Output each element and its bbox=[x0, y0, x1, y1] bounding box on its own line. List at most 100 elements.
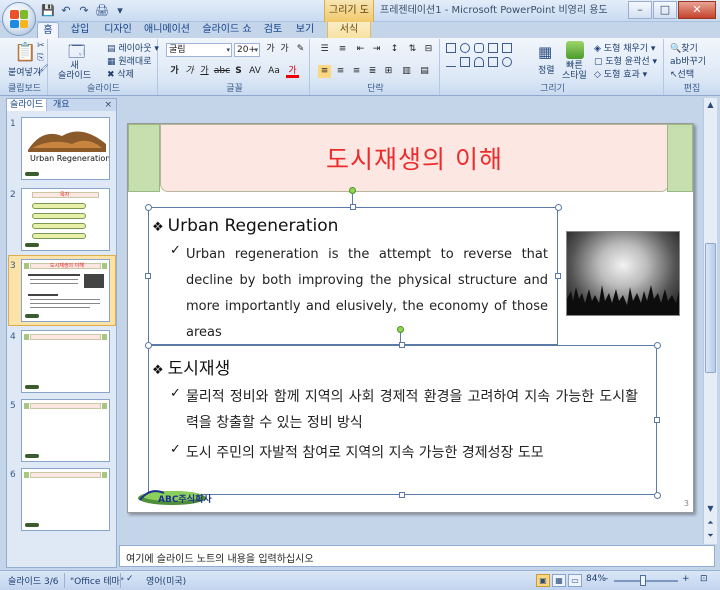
zoom-in-button[interactable]: + bbox=[682, 574, 690, 584]
tab-format[interactable]: 서식 bbox=[327, 22, 371, 38]
shape-arc-icon[interactable] bbox=[474, 57, 484, 67]
underline-button[interactable]: 가 bbox=[198, 65, 211, 78]
slide-sorter-view-button[interactable]: ▦ bbox=[552, 574, 566, 587]
resize-handle-w[interactable] bbox=[145, 273, 151, 279]
tab-outline[interactable]: 개요 bbox=[53, 99, 70, 111]
font-color-button[interactable]: 가 bbox=[286, 65, 299, 78]
smartart-icon[interactable]: ▤ bbox=[418, 65, 431, 78]
language-indicator[interactable]: 영어(미국) bbox=[146, 574, 186, 587]
align-center-icon[interactable]: ≡ bbox=[334, 65, 347, 78]
resize-handle-ne[interactable] bbox=[654, 342, 661, 349]
quick-styles-button[interactable]: 빠른 스타일 bbox=[562, 61, 587, 81]
slide-thumbnail-4[interactable] bbox=[21, 330, 110, 393]
close-button[interactable]: ✕ bbox=[678, 1, 716, 19]
slide-thumbnail-1[interactable]: Urban Regeneration bbox=[21, 117, 110, 180]
resize-handle-n[interactable] bbox=[399, 342, 405, 348]
rotation-handle[interactable] bbox=[349, 187, 356, 194]
increase-indent-icon[interactable]: ⇥ bbox=[370, 43, 383, 56]
panel-close-icon[interactable]: × bbox=[104, 99, 112, 111]
resize-handle-ne[interactable] bbox=[555, 204, 562, 211]
redo-icon[interactable]: ↷ bbox=[76, 3, 92, 19]
slide-thumbnail-5[interactable] bbox=[21, 399, 110, 462]
zoom-slider-track[interactable] bbox=[614, 580, 678, 582]
tab-insert[interactable]: 삽입 bbox=[66, 22, 94, 38]
shape-outline-button[interactable]: ▢ 도형 윤곽선 ▾ bbox=[594, 54, 657, 67]
resize-handle-nw[interactable] bbox=[145, 204, 152, 211]
reset-button[interactable]: ▦ 원래대로 bbox=[107, 54, 152, 67]
current-slide[interactable]: 도시재생의 이해 ❖ Urban Regeneration ✓ Urban reg… bbox=[127, 123, 694, 513]
new-slide-button[interactable]: 새 슬라이드 bbox=[58, 61, 91, 81]
bold-button[interactable]: 가 bbox=[168, 65, 181, 78]
arrange-button[interactable]: 정렬 bbox=[538, 63, 555, 76]
title-placeholder[interactable]: 도시재생의 이해 bbox=[160, 124, 669, 192]
arrange-icon[interactable]: ▦ bbox=[538, 43, 552, 61]
select-button[interactable]: ↖선택 bbox=[670, 67, 694, 80]
qat-customize-dropdown[interactable]: ▾ bbox=[112, 3, 128, 19]
shape-arrow-icon[interactable] bbox=[460, 57, 470, 67]
delete-slide-button[interactable]: ✖ 삭제 bbox=[107, 67, 134, 80]
resize-handle-n[interactable] bbox=[350, 204, 356, 210]
tab-design[interactable]: 디자인 bbox=[100, 22, 136, 38]
resize-handle-e[interactable] bbox=[555, 273, 561, 279]
italic-button[interactable]: 가 bbox=[183, 65, 196, 78]
decrease-indent-icon[interactable]: ⇤ bbox=[354, 43, 367, 56]
spellcheck-icon[interactable]: ✓ bbox=[126, 574, 134, 584]
resize-handle-e[interactable] bbox=[654, 417, 660, 423]
slide-thumbnail-3[interactable]: 도시재생의 이해 bbox=[21, 259, 110, 322]
cut-icon[interactable]: ✂ bbox=[37, 41, 45, 51]
shape-pentagon-icon[interactable] bbox=[502, 43, 512, 53]
bullets-icon[interactable]: ☰ bbox=[318, 43, 331, 56]
slide-photo[interactable] bbox=[566, 231, 680, 316]
font-name-combo[interactable]: 굴림 ▾ bbox=[166, 43, 232, 57]
align-right-icon[interactable]: ≡ bbox=[350, 65, 363, 78]
tab-view[interactable]: 보기 bbox=[292, 22, 318, 38]
shape-star-icon[interactable] bbox=[488, 57, 498, 67]
replace-button[interactable]: ab바꾸기 bbox=[670, 54, 706, 67]
shape-roundrect-icon[interactable] bbox=[474, 43, 484, 53]
normal-view-button[interactable]: ▣ bbox=[536, 574, 550, 587]
slide-thumbnail-6[interactable] bbox=[21, 468, 110, 531]
grow-font-button[interactable]: 가 bbox=[264, 43, 277, 56]
shape-oval-icon[interactable] bbox=[460, 43, 470, 53]
clear-format-button[interactable]: ✎ bbox=[294, 43, 307, 56]
layout-button[interactable]: ▤ 레이아웃 ▾ bbox=[107, 41, 159, 54]
justify-icon[interactable]: ≣ bbox=[366, 65, 379, 78]
distribute-icon[interactable]: ⊞ bbox=[382, 65, 395, 78]
shrink-font-button[interactable]: 가 bbox=[278, 43, 291, 56]
shape-effects-button[interactable]: ◇ 도형 효과 ▾ bbox=[594, 67, 647, 80]
shape-line-icon[interactable] bbox=[446, 57, 456, 67]
zoom-out-button[interactable]: – bbox=[604, 574, 609, 584]
vertical-scrollbar[interactable]: ▲ ▼ ⏶ ⏷ bbox=[703, 98, 717, 544]
slide-thumbnail-2[interactable]: 목차 bbox=[21, 188, 110, 251]
tab-slides[interactable]: 슬라이드 bbox=[7, 99, 48, 111]
change-case-button[interactable]: Aa bbox=[266, 65, 282, 78]
scroll-down-arrow-icon[interactable]: ▼ bbox=[704, 502, 717, 515]
font-size-combo[interactable]: 20+ ▾ bbox=[234, 43, 260, 57]
tab-animations[interactable]: 애니메이션 bbox=[143, 22, 191, 38]
office-button[interactable] bbox=[2, 2, 36, 36]
undo-icon[interactable]: ↶ bbox=[58, 3, 74, 19]
minimize-button[interactable]: – bbox=[628, 1, 652, 19]
print-preview-icon[interactable]: 🖨 bbox=[94, 3, 110, 19]
line-spacing-icon[interactable]: ↕ bbox=[388, 43, 401, 56]
quick-styles-icon[interactable] bbox=[566, 41, 584, 59]
resize-handle-se[interactable] bbox=[654, 492, 661, 499]
find-button[interactable]: 🔍찾기 bbox=[670, 41, 698, 54]
resize-handle-nw[interactable] bbox=[145, 342, 152, 349]
slideshow-view-button[interactable]: ▭ bbox=[568, 574, 582, 587]
zoom-slider-knob[interactable] bbox=[640, 575, 646, 586]
char-spacing-button[interactable]: AV bbox=[246, 65, 264, 78]
zoom-level[interactable]: 84% bbox=[586, 574, 606, 584]
columns-icon[interactable]: ▥ bbox=[400, 65, 413, 78]
scrollbar-thumb[interactable] bbox=[705, 243, 716, 373]
shape-rect-icon[interactable] bbox=[446, 43, 456, 53]
shape-triangle-icon[interactable] bbox=[488, 43, 498, 53]
tab-home[interactable]: 홈 bbox=[37, 22, 59, 38]
rotation-handle[interactable] bbox=[397, 326, 404, 333]
align-text-icon[interactable]: ⊟ bbox=[422, 43, 435, 56]
paste-icon[interactable]: 📋 bbox=[14, 42, 36, 63]
notes-pane[interactable]: 여기에 슬라이드 노트의 내용을 입력하십시오 bbox=[119, 545, 715, 567]
align-left-icon[interactable]: ≡ bbox=[318, 65, 331, 78]
copy-icon[interactable]: ⎘ bbox=[37, 53, 44, 63]
text-direction-icon[interactable]: ⇅ bbox=[406, 43, 419, 56]
